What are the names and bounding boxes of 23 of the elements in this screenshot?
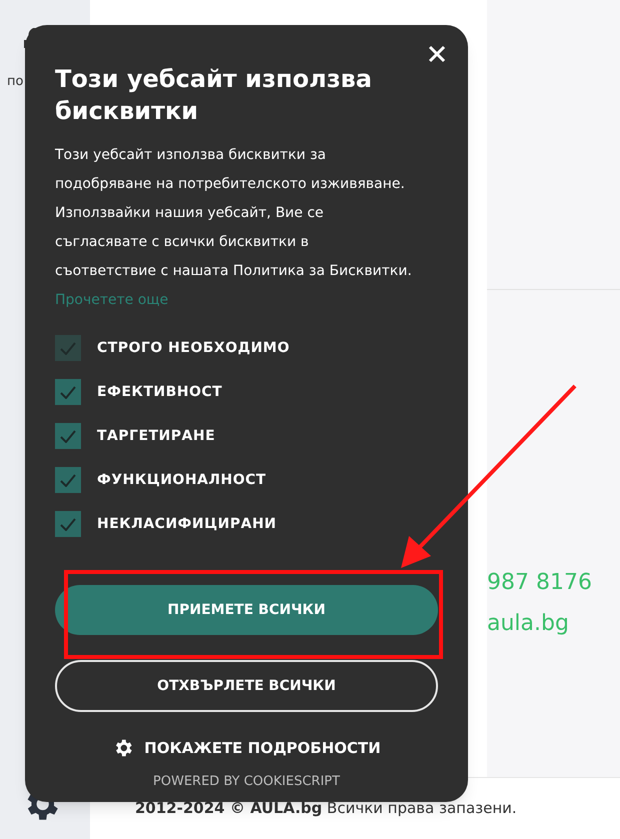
show-details-button[interactable]: ПОКАЖЕТЕ ПОДРОБНОСТИ — [112, 736, 381, 760]
checkbox[interactable] — [55, 423, 81, 449]
checkmark-icon — [60, 518, 76, 530]
category-label[interactable]: ЕФЕКТИВНОСТ — [97, 382, 222, 402]
checkmark-icon — [60, 342, 76, 354]
checkbox[interactable] — [55, 467, 81, 493]
dialog-body: Този уебсайт използва бисквитки за подобряване на потребителското изживяване. Използвайки нашия уебсайт, Вие се съгласявате с всички бисквитки в съответствие с нашата Политика за Бисквитки. Прочетете още — [55, 146, 413, 310]
close-button[interactable] — [428, 45, 446, 63]
gift-label[interactable]: по — [7, 72, 24, 92]
reject-all-button[interactable]: ОТХВЪРЛЕТЕ ВСИЧКИ — [55, 660, 438, 712]
powered-by-text[interactable]: POWERED BY COOKIESCRIPT — [153, 772, 340, 790]
dialog-title: Този уебсайт използва бисквитки — [55, 64, 373, 127]
category-label[interactable]: ТАРГЕТИРАНЕ — [97, 426, 216, 446]
checkbox[interactable] — [55, 379, 81, 405]
checkmark-icon — [60, 430, 76, 442]
checkmark-icon — [60, 386, 76, 398]
accept-all-button[interactable]: ПРИЕМЕТЕ ВСИЧКИ — [55, 585, 438, 635]
category-label[interactable]: НЕКЛАСИФИЦИРАНИ — [97, 514, 277, 534]
checkbox[interactable] — [55, 511, 81, 537]
copyright-text: 2012-2024 © AULA.bg Всички права запазени. — [135, 798, 517, 820]
checkmark-icon — [60, 474, 76, 486]
close-icon — [428, 45, 446, 63]
category-label[interactable]: ФУНКЦИОНАЛНОСТ — [97, 470, 266, 490]
